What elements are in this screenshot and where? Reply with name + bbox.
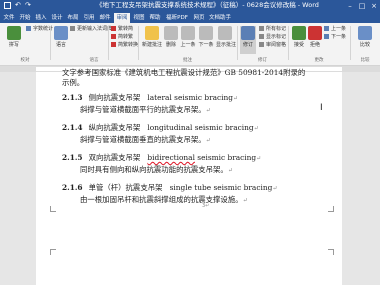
language-button[interactable]: 语言 — [54, 26, 68, 54]
tab-references[interactable]: 引用 — [82, 13, 96, 23]
clause-2-1-3-desc: 斜撑与管道横截面平行的抗震支吊架。↵ — [80, 105, 211, 114]
word-count-button[interactable]: 字数统计 — [26, 26, 53, 33]
delete-comment-icon — [164, 26, 178, 40]
tab-foxit-pdf[interactable]: 福昕PDF — [164, 13, 190, 23]
next-change-button[interactable]: 下一条 — [324, 34, 346, 41]
redo-icon[interactable]: ↷ — [25, 2, 32, 9]
review-pane-icon — [259, 42, 264, 47]
show-comments-icon — [218, 26, 232, 40]
show-comments-button[interactable]: 显示批注 — [216, 26, 236, 54]
show-markup-dropdown[interactable]: 显示标记 — [259, 34, 286, 41]
next-comment-icon — [199, 26, 213, 40]
word-count-icon — [26, 26, 31, 31]
next-comment-button[interactable]: 下一条 — [198, 26, 214, 54]
accept-button[interactable]: 接受 — [292, 26, 306, 54]
group-language: 语言 — [89, 58, 99, 63]
convert-icon — [111, 42, 116, 47]
markup-icon — [259, 26, 264, 31]
language-icon — [54, 26, 68, 40]
compare-icon — [358, 26, 372, 40]
tab-layout[interactable]: 布局 — [66, 13, 80, 23]
accept-icon — [292, 26, 306, 40]
clause-2-1-5: 2.1.5 双向抗震支吊架 bidirectional seismic braci… — [62, 153, 262, 162]
margin-corner — [328, 206, 334, 212]
paragraph-line: 文字参考国家标准《建筑机电工程抗震设计规范》GB 50981-2014附录的 — [62, 68, 306, 77]
window-title: 《地下工程支吊架抗震支撑系统技术规程》（征稿）- 0628会议修改稿 - Wor… — [96, 1, 319, 9]
tab-doc-helper[interactable]: 文档助手 — [208, 13, 232, 23]
new-comment-button[interactable]: 新建批注 — [141, 26, 163, 54]
reject-icon — [308, 26, 322, 40]
undo-icon[interactable]: ↶ — [15, 2, 22, 9]
convert-button[interactable]: 简繁转换 — [111, 42, 138, 49]
tab-review[interactable]: 审阅 — [114, 13, 130, 23]
group-changes: 更改 — [314, 58, 324, 63]
document-page[interactable]: 文字参考国家标准《建筑机电工程抗震设计规范》GB 50981-2014附录的 示… — [36, 68, 342, 285]
dictionary-icon — [70, 26, 75, 31]
page-number: 3↵ — [202, 203, 210, 209]
ibeam-cursor: I — [320, 103, 323, 113]
ribbon-tabs: 文件 开始 插入 设计 布局 引用 邮件 审阅 视图 帮助 福昕PDF 网页 文… — [0, 12, 380, 23]
tab-home[interactable]: 开始 — [18, 13, 32, 23]
trad-to-simp-button[interactable]: 繁转简 — [111, 26, 137, 33]
tab-help[interactable]: 帮助 — [148, 13, 162, 23]
clause-2-1-6-desc: 由一根加固吊杆和抗震斜撑组成的抗震支撑设施。↵ — [80, 195, 248, 204]
show-markup-icon — [259, 34, 264, 39]
comment-icon — [145, 26, 159, 40]
paragraph-line: 示例。 — [62, 78, 85, 87]
group-tracking: 修订 — [258, 58, 267, 63]
spelling-icon — [7, 26, 21, 40]
clause-2-1-6: 2.1.6 单管（杆）抗震支吊架 single tube seismic brac… — [62, 183, 278, 192]
clause-2-1-5-desc: 同时具有侧向和纵向抗震功能的抗震支吊架。↵ — [80, 165, 233, 174]
clause-2-1-4-desc: 斜撑与管道横截面垂直的抗震支吊架。↵ — [80, 135, 211, 144]
group-comments: 批注 — [183, 58, 192, 63]
convert-icon — [111, 34, 116, 39]
delete-comment-button[interactable]: 删除 — [164, 26, 178, 54]
group-proofing: 校对 — [20, 58, 30, 63]
next-change-icon — [324, 34, 329, 39]
prev-change-icon — [324, 26, 329, 31]
prev-comment-icon — [181, 26, 195, 40]
ribbon: 拼写 字数统计 语言 更新输入法词典 繁转简 简转繁 简繁转换 新建批注 删除 … — [0, 23, 380, 66]
tab-view[interactable]: 视图 — [132, 13, 146, 23]
maximize-icon[interactable]: □ — [356, 0, 368, 12]
compare-button[interactable]: 比较 — [356, 26, 374, 54]
track-changes-button[interactable]: 修订 — [240, 26, 256, 54]
simp-to-trad-button[interactable]: 简转繁 — [111, 34, 137, 41]
reject-button[interactable]: 拒绝 — [308, 26, 322, 54]
clause-2-1-3: 2.1.3 侧向抗震支吊架 lateral seismic bracing↵ — [62, 93, 239, 102]
tab-design[interactable]: 设计 — [50, 13, 64, 23]
minimize-icon[interactable]: – — [344, 0, 356, 12]
tab-insert[interactable]: 插入 — [34, 13, 48, 23]
track-changes-icon — [241, 26, 255, 40]
margin-corner — [50, 249, 56, 255]
spelling-button[interactable]: 拼写 — [4, 26, 24, 54]
save-icon[interactable] — [4, 2, 11, 9]
title-bar: ↶ ↷ 《地下工程支吊架抗震支撑系统技术规程》（征稿）- 0628会议修改稿 -… — [0, 0, 380, 12]
tab-web[interactable]: 网页 — [192, 13, 206, 23]
prev-change-button[interactable]: 上一条 — [324, 26, 346, 33]
update-input-button[interactable]: 更新输入法词典 — [70, 26, 112, 33]
clause-2-1-4: 2.1.4 纵向抗震支吊架 longitudinal seismic bracin… — [62, 123, 259, 132]
margin-corner — [328, 249, 334, 255]
tab-file[interactable]: 文件 — [2, 13, 16, 23]
group-compare: 比较 — [360, 58, 370, 63]
close-icon[interactable]: × — [368, 0, 380, 12]
tab-mailings[interactable]: 邮件 — [98, 13, 112, 23]
markup-select[interactable]: 所有标记 — [259, 26, 286, 33]
margin-corner — [50, 206, 56, 212]
prev-comment-button[interactable]: 上一条 — [180, 26, 196, 54]
convert-icon — [111, 26, 116, 31]
review-pane-button[interactable]: 审阅窗格 — [259, 42, 286, 49]
